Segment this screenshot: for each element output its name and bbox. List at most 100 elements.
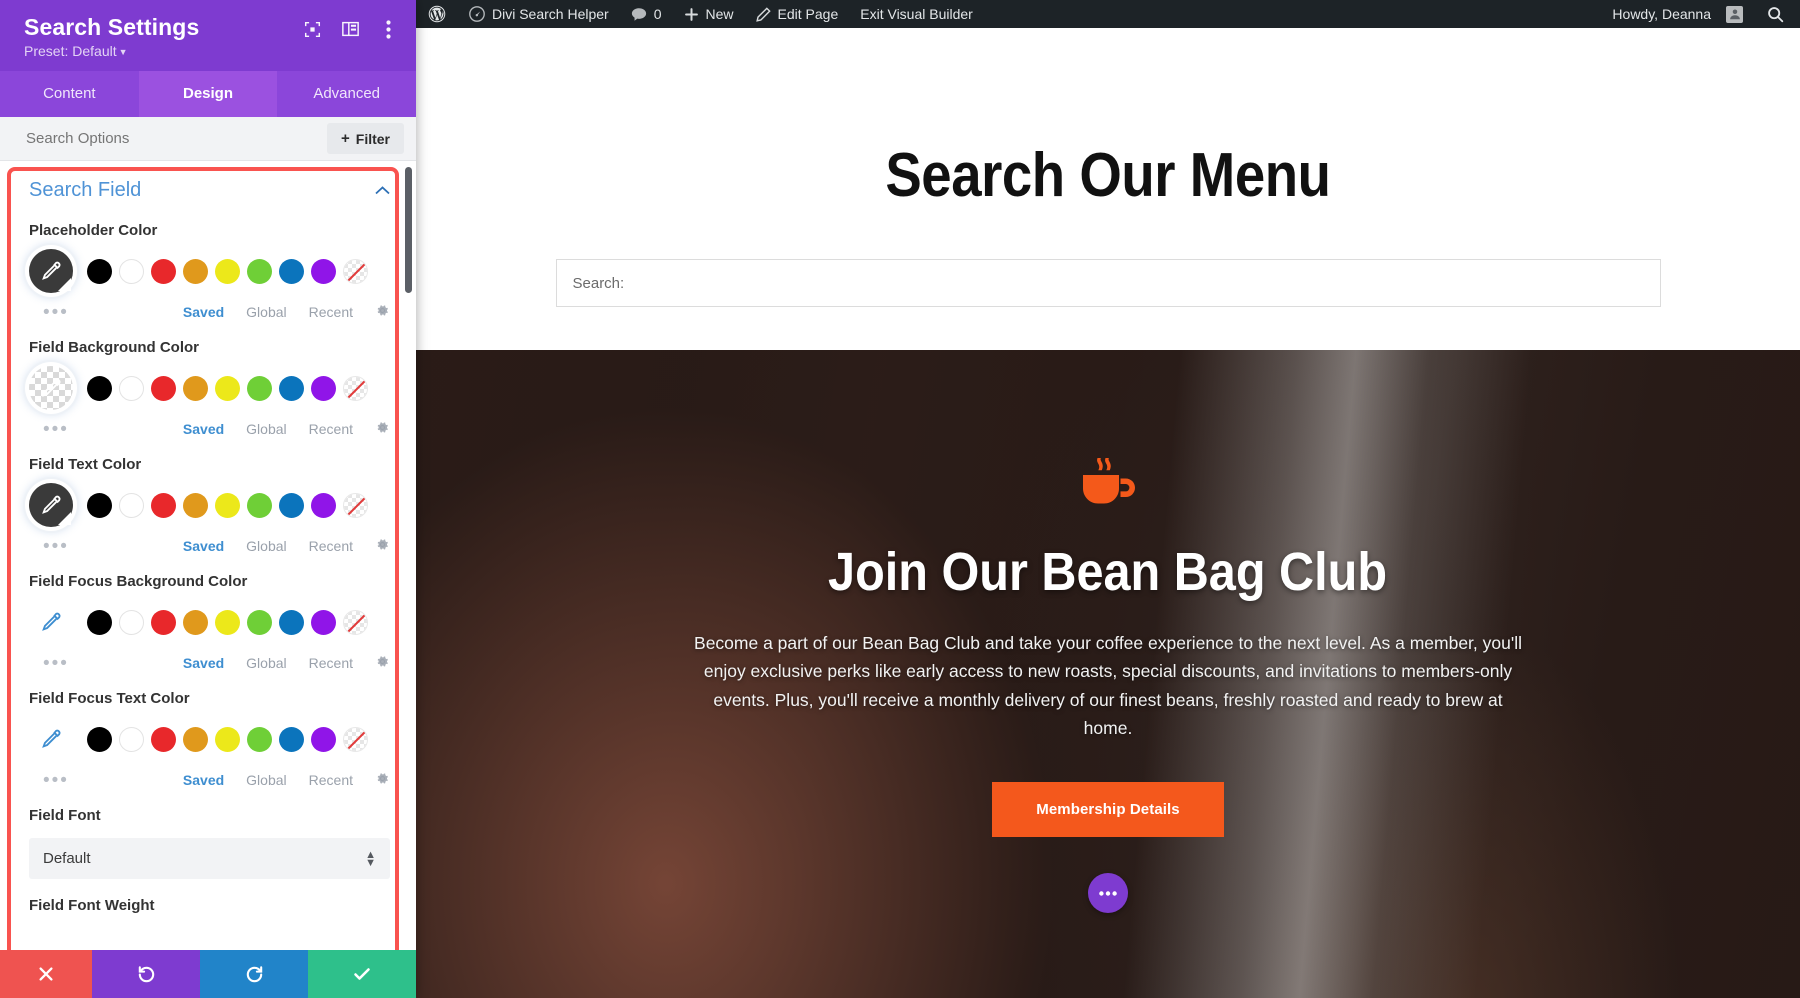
color-picker-preview[interactable] [29,366,73,411]
swatch-purple[interactable] [311,258,336,284]
more-vertical-icon[interactable] [378,19,398,39]
swatch-none[interactable] [343,726,368,752]
exit-visual-builder-link[interactable]: Exit Visual Builder [849,0,984,28]
swatch-yellow[interactable] [215,375,240,401]
meta-link-global[interactable]: Global [246,538,286,554]
swatch-yellow[interactable] [215,609,240,635]
more-options-icon[interactable]: ••• [43,420,69,439]
gear-icon[interactable] [375,420,390,438]
swatch-green[interactable] [247,375,272,401]
color-picker-preview[interactable] [29,483,73,528]
swatch-black[interactable] [87,609,112,635]
color-picker-preview[interactable] [29,249,73,294]
tab-design[interactable]: Design [138,71,278,118]
swatch-blue[interactable] [279,609,304,635]
tab-advanced[interactable]: Advanced [277,71,416,117]
swatch-white[interactable] [119,609,144,635]
swatch-black[interactable] [87,492,112,518]
swatch-black[interactable] [87,375,112,401]
preset-selector[interactable]: Preset: Default ▼ [24,43,199,59]
search-options-input[interactable] [26,130,317,148]
panel-scrollbar-thumb[interactable] [405,167,412,294]
swatch-black[interactable] [87,726,112,752]
gear-icon[interactable] [375,771,390,789]
swatch-purple[interactable] [311,492,336,518]
meta-link-recent[interactable]: Recent [309,655,353,671]
gear-icon[interactable] [375,537,390,555]
more-options-icon[interactable]: ••• [43,303,69,322]
color-picker-preview[interactable] [29,600,73,644]
swatch-red[interactable] [151,726,176,752]
swatch-red[interactable] [151,375,176,401]
meta-link-recent[interactable]: Recent [309,421,353,437]
more-options-icon[interactable]: ••• [43,771,69,790]
meta-link-saved[interactable]: Saved [183,304,224,320]
cancel-button[interactable] [0,950,92,998]
more-options-icon[interactable]: ••• [43,537,69,556]
meta-link-recent[interactable]: Recent [309,304,353,320]
field-font-select[interactable]: Default [29,838,390,880]
swatch-white[interactable] [119,492,144,518]
swatch-blue[interactable] [279,258,304,284]
tab-content[interactable]: Content [0,71,139,117]
swatch-orange[interactable] [183,375,208,401]
swatch-orange[interactable] [183,726,208,752]
account-menu[interactable]: Howdy, Deanna [1601,0,1754,28]
meta-link-recent[interactable]: Recent [309,772,353,788]
meta-link-recent[interactable]: Recent [309,538,353,554]
layout-icon[interactable] [340,19,360,39]
wordpress-logo-icon[interactable] [416,0,458,28]
focus-icon[interactable] [302,19,322,39]
swatch-white[interactable] [119,375,144,401]
swatch-orange[interactable] [183,258,208,284]
swatch-green[interactable] [247,492,272,518]
comments-menu[interactable]: 0 [620,0,673,28]
site-name-menu[interactable]: Divi Search Helper [458,0,620,28]
meta-link-saved[interactable]: Saved [183,421,224,437]
meta-link-global[interactable]: Global [246,421,286,437]
swatch-green[interactable] [247,609,272,635]
meta-link-saved[interactable]: Saved [183,538,224,554]
swatch-orange[interactable] [183,492,208,518]
swatch-orange[interactable] [183,609,208,635]
swatch-yellow[interactable] [215,258,240,284]
meta-link-saved[interactable]: Saved [183,772,224,788]
meta-link-global[interactable]: Global [246,772,286,788]
search-field[interactable]: Search: [555,259,1661,307]
undo-button[interactable] [92,950,200,998]
swatch-yellow[interactable] [215,492,240,518]
swatch-purple[interactable] [311,609,336,635]
search-icon[interactable] [1754,6,1800,23]
swatch-none[interactable] [343,258,368,284]
swatch-purple[interactable] [311,375,336,401]
swatch-green[interactable] [247,726,272,752]
swatch-blue[interactable] [279,726,304,752]
swatch-red[interactable] [151,258,176,284]
filter-button[interactable]: + Filter [327,123,404,155]
swatch-blue[interactable] [279,492,304,518]
membership-details-button[interactable]: Membership Details [992,782,1224,838]
swatch-white[interactable] [119,726,144,752]
floating-options-button[interactable] [1088,873,1128,914]
meta-link-global[interactable]: Global [246,655,286,671]
swatch-red[interactable] [151,609,176,635]
swatch-white[interactable] [119,258,144,284]
swatch-none[interactable] [343,609,368,635]
swatch-red[interactable] [151,492,176,518]
swatch-yellow[interactable] [215,726,240,752]
meta-link-saved[interactable]: Saved [183,655,224,671]
save-button[interactable] [308,950,416,998]
chevron-up-icon[interactable] [375,183,390,198]
new-content-menu[interactable]: New [673,0,745,28]
swatch-black[interactable] [87,258,112,284]
meta-link-global[interactable]: Global [246,304,286,320]
edit-page-link[interactable]: Edit Page [745,0,850,28]
redo-button[interactable] [200,950,308,998]
color-picker-preview[interactable] [29,717,73,761]
swatch-green[interactable] [247,258,272,284]
gear-icon[interactable] [375,654,390,672]
section-header-search-field[interactable]: Search Field [0,161,416,208]
gear-icon[interactable] [375,303,390,321]
more-options-icon[interactable]: ••• [43,654,69,673]
swatch-none[interactable] [343,375,368,401]
